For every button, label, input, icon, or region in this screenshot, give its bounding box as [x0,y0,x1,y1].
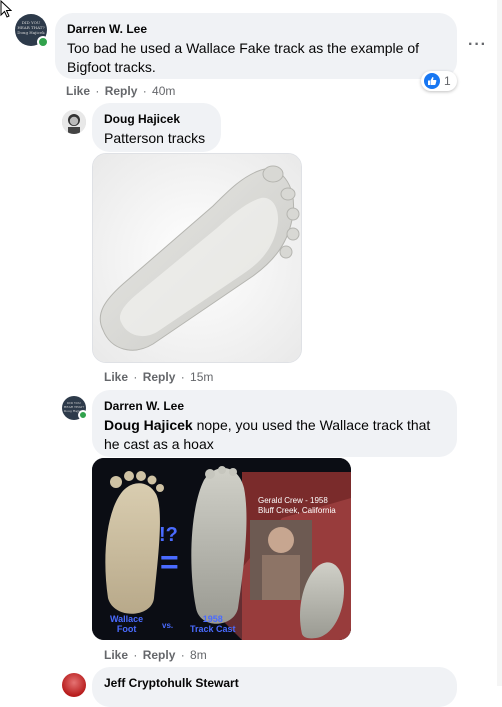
like-reaction-icon [424,73,440,89]
avatar[interactable] [62,673,86,697]
image-caption-photo: Gerald Crew - 1958 Bluff Creek, Californ… [258,496,336,515]
online-status-dot [37,36,49,48]
comment-author[interactable]: Darren W. Lee [67,22,445,36]
reaction-count: 1 [444,74,451,88]
image-label-vs: vs. [162,621,174,630]
mention-link[interactable]: Doug Hajicek [104,417,193,433]
online-status-dot [78,410,88,420]
like-link[interactable]: Like [104,370,128,384]
profile-photo-icon [62,110,86,134]
image-label-wallace: Wallace Foot [110,614,144,634]
reply-link[interactable]: Reply [143,648,176,662]
like-link[interactable]: Like [104,648,128,662]
scrollbar[interactable] [497,0,502,686]
more-options-icon[interactable]: ··· [468,36,487,54]
avatar[interactable] [62,110,86,134]
comment-bubble: Darren W. Lee Too bad he used a Wallace … [55,13,457,79]
mouse-cursor-icon [0,0,12,18]
footprint-cast-image [93,154,301,362]
equals-glyph: = [160,544,179,580]
comment-actions: Like · Reply · 40m [66,84,176,98]
comment-author[interactable]: Darren W. Lee [104,399,445,413]
footprint-comparison-image [92,458,351,640]
comment-author[interactable]: Doug Hajicek [104,112,209,126]
comment-photo[interactable]: !? = Gerald Crew - 1958 Bluff Creek, Cal… [92,458,351,640]
comment-bubble: Jeff Cryptohulk Stewart [92,667,457,707]
comment-actions: Like · Reply · 15m [104,370,214,384]
image-label-track-cast: 1958 Track Cast [190,614,236,634]
comment-author[interactable]: Jeff Cryptohulk Stewart [104,676,445,690]
reaction-count-badge[interactable]: 1 [421,71,457,91]
avatar-logo-text: DID YOU HEAR THAT? Doug Hajicek [17,20,45,35]
timestamp[interactable]: 8m [190,648,207,662]
comment-text: Too bad he used a Wallace Fake track as … [67,40,420,75]
reply-link[interactable]: Reply [143,370,176,384]
comment-bubble: Darren W. Lee Doug Hajicek nope, you use… [92,390,457,457]
comment-bubble: Doug Hajicek Patterson tracks [92,103,221,152]
comment-actions: Like · Reply · 8m [104,648,207,662]
reply-link[interactable]: Reply [105,84,138,98]
timestamp[interactable]: 40m [152,84,175,98]
comment-photo[interactable] [92,153,302,363]
like-link[interactable]: Like [66,84,90,98]
comment-text: Patterson tracks [104,130,206,146]
timestamp[interactable]: 15m [190,370,213,384]
